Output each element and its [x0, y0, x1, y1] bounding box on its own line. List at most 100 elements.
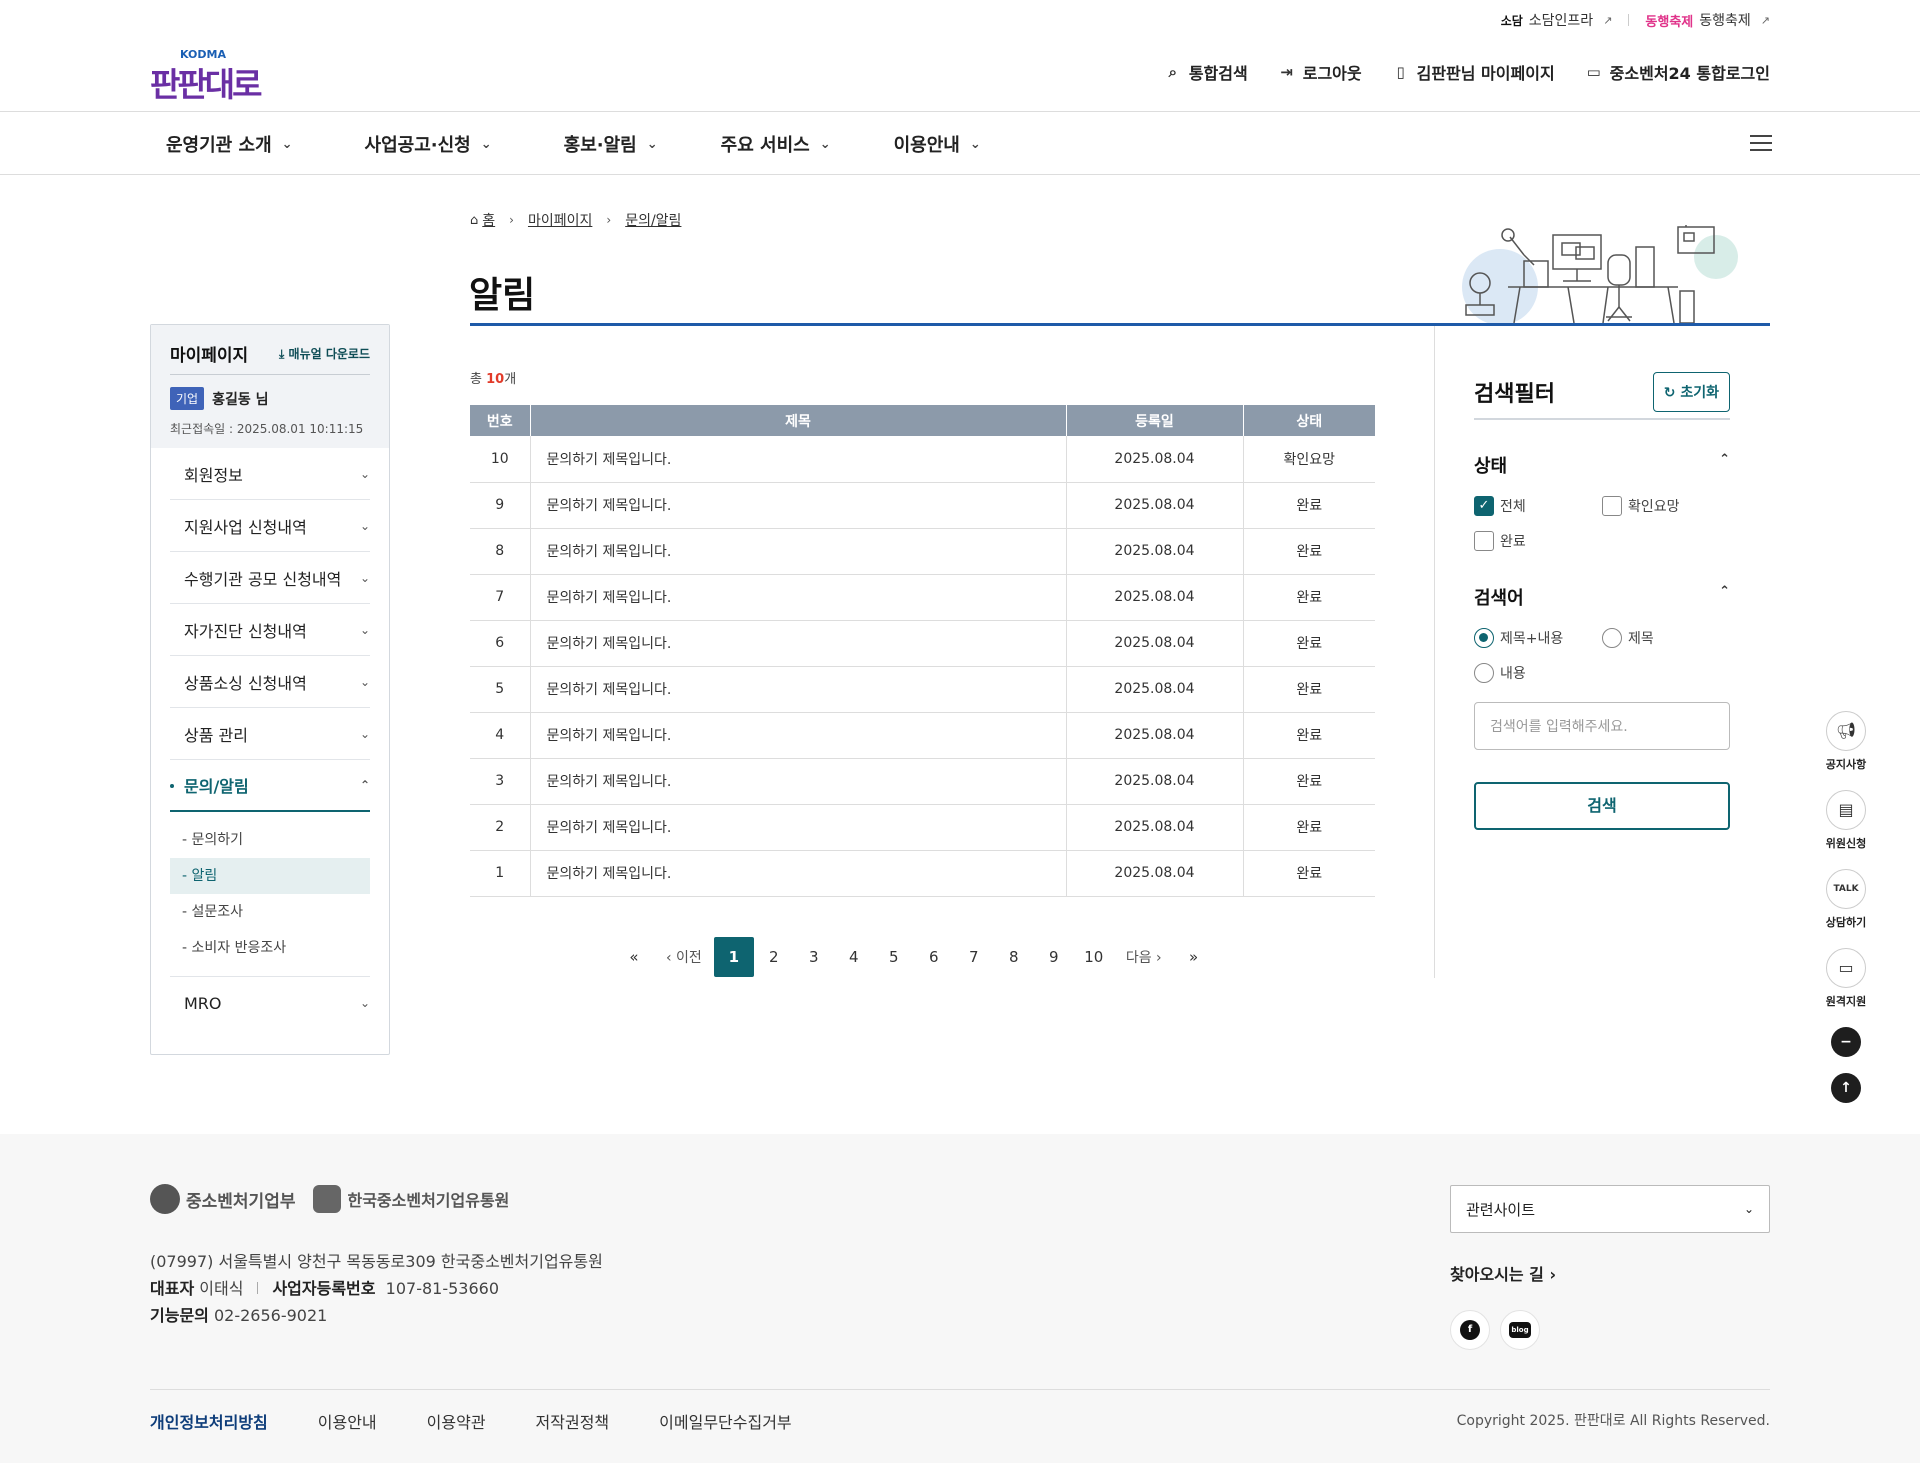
status-checkbox-needs-check[interactable]: 확인요망	[1602, 488, 1730, 523]
status-checkbox-done[interactable]: 완료	[1474, 523, 1602, 558]
mypage-link[interactable]: ▯ 김판판님 마이페이지	[1392, 60, 1554, 84]
table-row[interactable]: 6 문의하기 제목입니다. 2025.08.04 완료	[470, 620, 1375, 667]
quick-committee[interactable]: ▤ 위원신청	[1818, 790, 1874, 851]
last-page-button[interactable]: »	[1174, 937, 1214, 977]
submenu-inquiry[interactable]: - 문의하기	[170, 822, 370, 858]
sodam-link[interactable]: 소담 소담인프라 ↗	[1501, 10, 1613, 30]
cell-title[interactable]: 문의하기 제목입니다.	[530, 712, 1067, 759]
breadcrumb-home[interactable]: ⌂ 홈	[470, 210, 495, 230]
sidebar-item-member-info[interactable]: 회원정보 ⌄	[170, 448, 370, 500]
quick-remote[interactable]: ▭ 원격지원	[1818, 948, 1874, 1009]
footer-link-copyright[interactable]: 저작권정책	[536, 1409, 610, 1433]
keyword-radio-content[interactable]: 내용	[1474, 655, 1602, 690]
keyword-section-toggle[interactable]: 검색어 ⌃	[1474, 584, 1730, 610]
blog-link[interactable]: blog	[1500, 1310, 1540, 1350]
table-row[interactable]: 2 문의하기 제목입니다. 2025.08.04 완료	[470, 804, 1375, 851]
table-row[interactable]: 5 문의하기 제목입니다. 2025.08.04 완료	[470, 666, 1375, 713]
sidebar-item-inquiry[interactable]: 문의/알림 ⌃	[170, 760, 370, 812]
quick-notice[interactable]: 📢︎ 공지사항	[1818, 711, 1874, 772]
cell-title[interactable]: 문의하기 제목입니다.	[530, 666, 1067, 713]
gnb-item-about[interactable]: 운영기관 소개 ⌄	[166, 131, 293, 157]
table-row[interactable]: 4 문의하기 제목입니다. 2025.08.04 완료	[470, 712, 1375, 759]
sidebar-item-agency-apply[interactable]: 수행기관 공모 신청내역 ⌄	[170, 552, 370, 604]
footer-link-terms[interactable]: 이용약관	[427, 1409, 486, 1433]
sidebar-item-support-apply[interactable]: 지원사업 신청내역 ⌄	[170, 500, 370, 552]
manual-download-button[interactable]: ⤓ 매뉴얼 다운로드	[279, 345, 370, 362]
integrated-login-link[interactable]: ▭ 중소벤처24 통합로그인	[1585, 60, 1770, 84]
table-row[interactable]: 7 문의하기 제목입니다. 2025.08.04 완료	[470, 574, 1375, 621]
reset-label: 초기화	[1680, 385, 1719, 401]
zoom-out-icon[interactable]: −	[1831, 1027, 1861, 1057]
cell-title[interactable]: 문의하기 제목입니다.	[530, 574, 1067, 621]
status-checkbox-all[interactable]: ✓ 전체	[1474, 488, 1602, 523]
cell-title[interactable]: 문의하기 제목입니다.	[530, 620, 1067, 667]
page-button[interactable]: 6	[914, 937, 954, 977]
header-nav-label: 중소벤처24 통합로그인	[1609, 64, 1770, 83]
submenu-survey[interactable]: - 설문조사	[170, 894, 370, 930]
keyword-radio-title[interactable]: 제목	[1602, 620, 1730, 655]
table-row[interactable]: 9 문의하기 제목입니다. 2025.08.04 완료	[470, 482, 1375, 529]
search-button[interactable]: 검색	[1474, 782, 1730, 830]
breadcrumb-mypage[interactable]: 마이페이지	[528, 210, 592, 230]
sidebar-item-product-manage[interactable]: 상품 관리 ⌄	[170, 708, 370, 760]
gnb-item-business[interactable]: 사업공고·신청 ⌄	[365, 131, 492, 157]
quick-consult[interactable]: TALK 상담하기	[1818, 869, 1874, 930]
submenu-consumer-survey[interactable]: - 소비자 반응조사	[170, 930, 370, 966]
footer-link-email[interactable]: 이메일무단수집거부	[659, 1409, 791, 1433]
submenu-notification[interactable]: - 알림	[170, 858, 370, 894]
facebook-link[interactable]: f	[1450, 1310, 1490, 1350]
page-button[interactable]: 10	[1074, 937, 1114, 977]
integrated-search-link[interactable]: ⌕ 통합검색	[1164, 60, 1248, 84]
table-row[interactable]: 10 문의하기 제목입니다. 2025.08.04 확인요망	[470, 436, 1375, 483]
ministry-name: 중소벤처기업부	[186, 1191, 296, 1212]
cell-title[interactable]: 문의하기 제목입니다.	[530, 850, 1067, 897]
hamburger-menu-icon[interactable]	[1750, 135, 1772, 152]
page-button[interactable]: 1	[713, 937, 754, 977]
sidebar-item-mro[interactable]: MRO ⌄	[170, 977, 370, 1029]
keyword-radio-title-content[interactable]: 제목+내용	[1474, 620, 1602, 655]
gnb-item-services[interactable]: 주요 서비스 ⌄	[721, 131, 831, 157]
status-section-toggle[interactable]: 상태 ⌃	[1474, 452, 1730, 478]
reset-button[interactable]: ↻ 초기화	[1652, 372, 1730, 412]
table-row[interactable]: 3 문의하기 제목입니다. 2025.08.04 완료	[470, 758, 1375, 805]
cell-title[interactable]: 문의하기 제목입니다.	[530, 528, 1067, 575]
chevron-up-icon: ⌃	[1719, 452, 1730, 467]
table-row[interactable]: 8 문의하기 제목입니다. 2025.08.04 완료	[470, 528, 1375, 575]
logout-link[interactable]: ⇥ 로그아웃	[1278, 60, 1361, 84]
tel-number: 02-2656-9021	[213, 1306, 328, 1325]
cell-number: 7	[470, 574, 531, 621]
page-button[interactable]: 7	[954, 937, 994, 977]
cell-title[interactable]: 문의하기 제목입니다.	[530, 482, 1067, 529]
footer-link-guide[interactable]: 이용안내	[318, 1409, 377, 1433]
cell-title[interactable]: 문의하기 제목입니다.	[530, 436, 1067, 483]
next-page-button[interactable]: 다음 ›	[1114, 947, 1174, 967]
first-page-button[interactable]: «	[614, 937, 654, 977]
gnb-item-notice[interactable]: 홍보·알림 ⌄	[564, 131, 658, 157]
talk-icon: TALK	[1826, 869, 1866, 909]
page-button[interactable]: 3	[794, 937, 834, 977]
user-name: 홍길동 님	[212, 391, 269, 408]
search-input[interactable]: 검색어를 입력해주세요.	[1474, 702, 1730, 750]
page-button[interactable]: 4	[834, 937, 874, 977]
prev-page-button[interactable]: ‹ 이전	[654, 947, 714, 967]
sidebar-item-self-diagnosis[interactable]: 자가진단 신청내역 ⌄	[170, 604, 370, 656]
festival-label: 동행축제	[1699, 13, 1751, 29]
quick-label: 위원신청	[1825, 837, 1867, 850]
sidebar-header: 마이페이지 ⤓ 매뉴얼 다운로드 기업 홍길동 님 최근접속일 : 2025.0…	[151, 325, 389, 448]
festival-link[interactable]: 동행축제 동행축제 ↗	[1645, 10, 1770, 30]
page-button[interactable]: 8	[994, 937, 1034, 977]
footer-link-privacy[interactable]: 개인정보처리방침	[150, 1409, 268, 1433]
related-sites-select[interactable]: 관련사이트 ⌄	[1450, 1185, 1770, 1233]
site-logo[interactable]: KODMA 판판대로	[150, 48, 268, 104]
cell-title[interactable]: 문의하기 제목입니다.	[530, 804, 1067, 851]
sidebar-item-sourcing[interactable]: 상품소싱 신청내역 ⌄	[170, 656, 370, 708]
page-button[interactable]: 5	[874, 937, 914, 977]
gnb-item-guide[interactable]: 이용안내 ⌄	[894, 131, 981, 157]
scroll-top-icon[interactable]: ↑	[1831, 1073, 1861, 1103]
cell-title[interactable]: 문의하기 제목입니다.	[530, 758, 1067, 805]
page-button[interactable]: 9	[1034, 937, 1074, 977]
directions-link[interactable]: 찾아오시는 길 ›	[1450, 1261, 1556, 1285]
breadcrumb-inquiry[interactable]: 문의/알림	[625, 210, 681, 230]
table-row[interactable]: 1 문의하기 제목입니다. 2025.08.04 완료	[470, 850, 1375, 897]
page-button[interactable]: 2	[754, 937, 794, 977]
